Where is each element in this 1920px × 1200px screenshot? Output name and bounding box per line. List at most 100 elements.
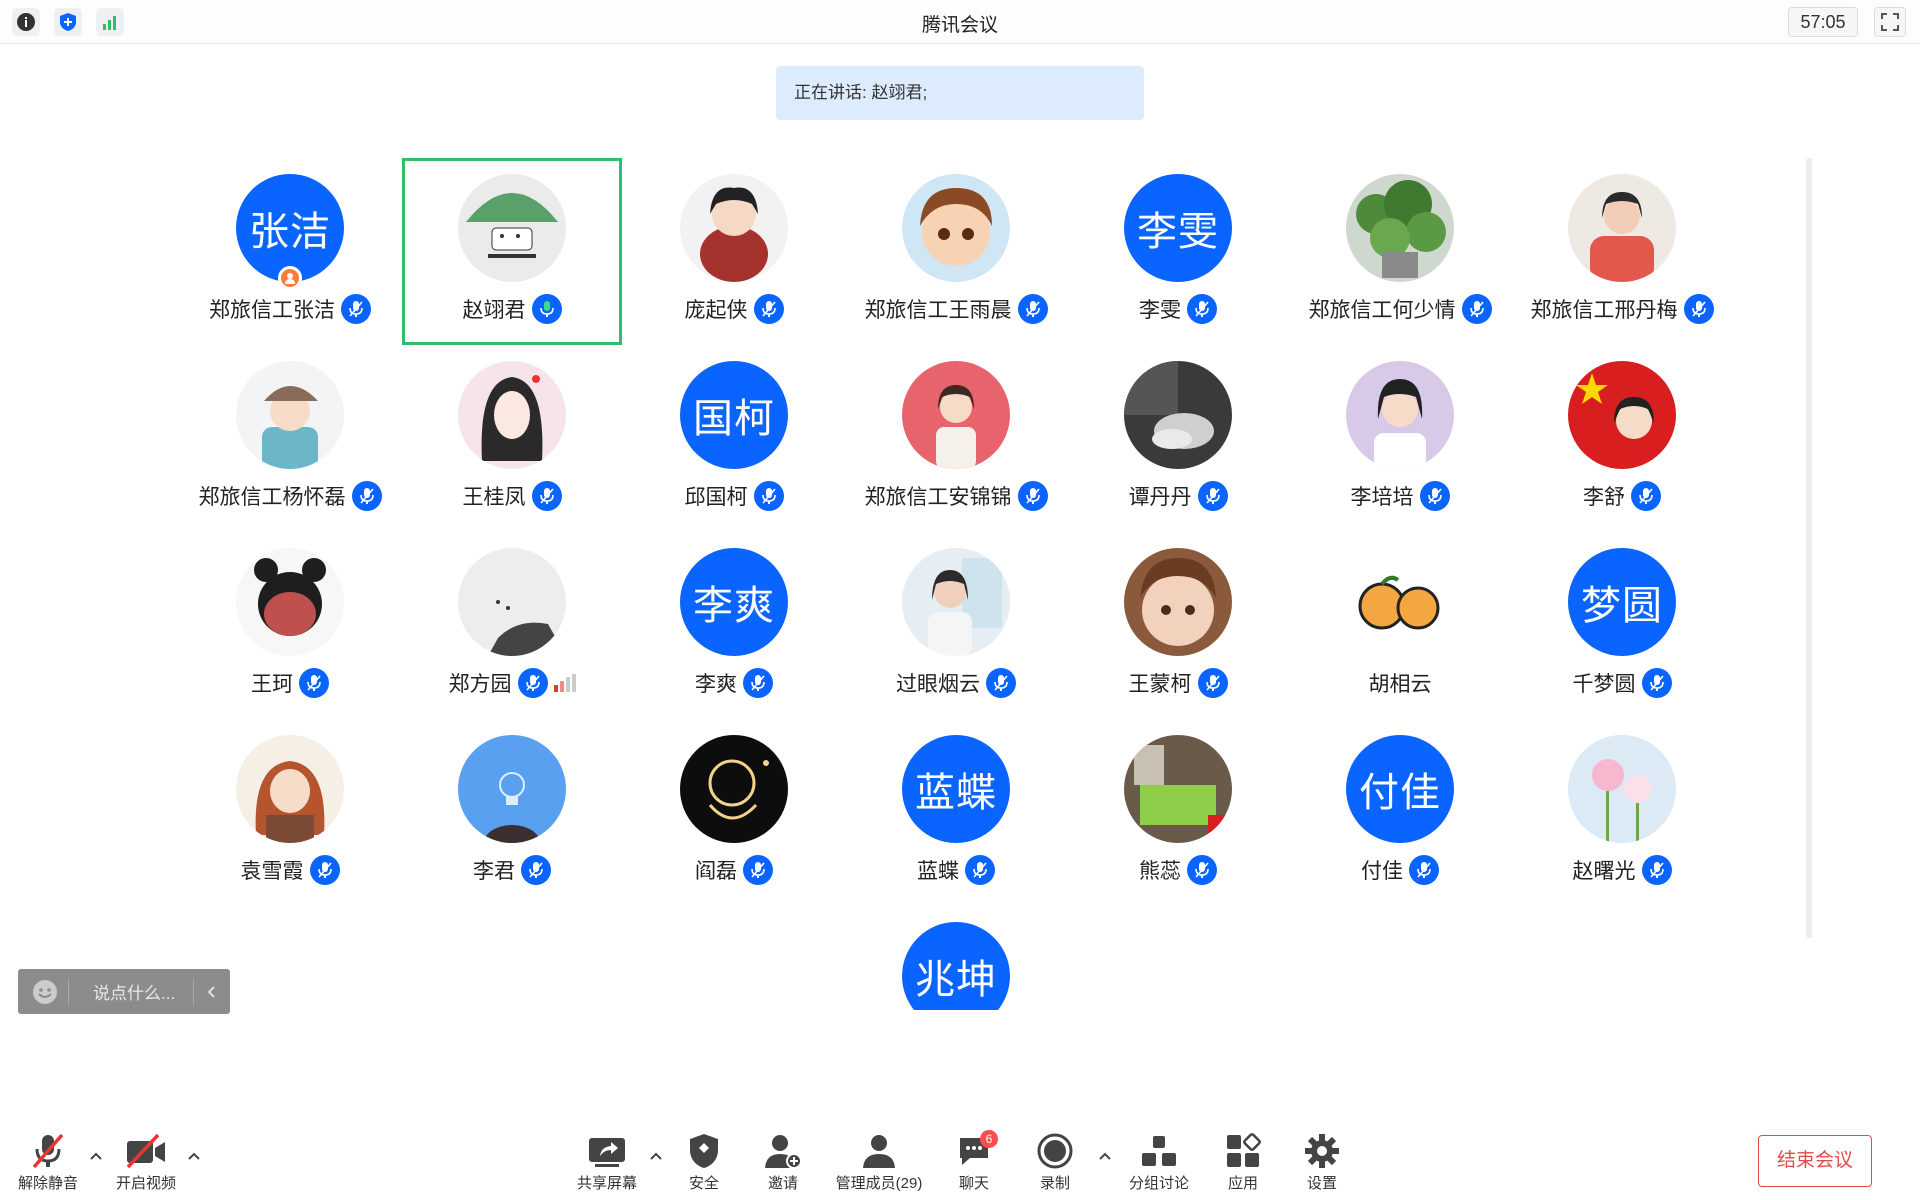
participant-name-row: 熊蕊: [1068, 852, 1288, 888]
participant-tile[interactable]: 王蒙柯: [1068, 532, 1288, 719]
avatar-initials: 国柯: [693, 397, 775, 441]
manage-members-button[interactable]: 管理成员(29): [829, 1130, 929, 1200]
participant-tile[interactable]: 过眼烟云: [846, 532, 1066, 719]
record-button[interactable]: 录制: [1015, 1130, 1095, 1200]
participant-tile[interactable]: 熊蕊: [1068, 719, 1288, 906]
participant-name-row: 李雯: [1068, 291, 1288, 327]
participant-tile[interactable]: 梦圆 千梦圆: [1512, 532, 1732, 719]
participant-grid: 张洁 郑旅信工张洁 赵翊君 庞起侠 郑旅信工王雨晨 李雯 李雯 郑旅信工何少情 郑旅信工邢丹梅郑…: [180, 150, 1740, 1030]
scrollbar[interactable]: [1806, 158, 1812, 938]
speaking-banner: 正在讲话: 赵翊君;: [776, 66, 1144, 120]
participant-name: 邱国柯: [684, 486, 748, 509]
mic-muted-icon: [753, 481, 784, 511]
participant-tile[interactable]: 赵曙光: [1512, 719, 1732, 906]
host-badge-icon: [278, 266, 302, 290]
avatar-initials: 李爽: [693, 584, 775, 628]
end-meeting-button[interactable]: 结束会议: [1758, 1135, 1872, 1187]
avatar: 蓝蝶: [902, 735, 1010, 843]
participant-name-row: 赵曙光: [1512, 852, 1732, 888]
invite-button[interactable]: 邀请: [743, 1130, 823, 1200]
fullscreen-icon: [1881, 13, 1899, 31]
participant-name: 郑旅信工邢丹梅: [1530, 299, 1678, 322]
participant-tile[interactable]: 李雯 李雯: [1068, 158, 1288, 345]
invite-user-icon: [765, 1135, 802, 1169]
network-signal-icon: [553, 674, 576, 692]
participant-tile[interactable]: 胡相云: [1290, 532, 1510, 719]
mic-muted-icon: [1017, 294, 1048, 324]
settings-button[interactable]: 设置: [1282, 1130, 1362, 1200]
collapse-icon[interactable]: [206, 985, 218, 999]
avatar: [1346, 361, 1454, 469]
participant-tile[interactable]: 郑旅信工邢丹梅: [1512, 158, 1732, 345]
share-options-caret[interactable]: [648, 1148, 664, 1164]
participant-tile[interactable]: 郑旅信工何少情: [1290, 158, 1510, 345]
mic-muted-icon: [32, 1133, 64, 1169]
title-bar: 腾讯会议 57:05: [0, 0, 1920, 44]
share-screen-button[interactable]: 共享屏幕: [567, 1130, 647, 1200]
participant-name-row: 阎磊: [624, 852, 844, 888]
participant-name-row: 蓝蝶: [846, 852, 1066, 888]
participant-tile[interactable]: 王珂: [180, 532, 400, 719]
participant-tile[interactable]: 兆坤: [846, 906, 1066, 1010]
video-options-caret[interactable]: [186, 1148, 202, 1164]
record-options-caret[interactable]: [1097, 1148, 1113, 1164]
participant-name-row: 千梦圆: [1512, 665, 1732, 701]
avatar-initials: 付佳: [1359, 771, 1441, 815]
participant-name: 赵曙光: [1572, 860, 1636, 883]
participant-name: 郑旅信工安锦锦: [864, 486, 1012, 509]
participant-tile[interactable]: 郑旅信工安锦锦: [846, 345, 1066, 532]
apps-button[interactable]: 应用: [1203, 1130, 1283, 1200]
participant-tile[interactable]: 郑方园: [402, 532, 622, 719]
breakout-rooms-button[interactable]: 分组讨论: [1119, 1130, 1199, 1200]
participant-tile[interactable]: 蓝蝶 蓝蝶: [846, 719, 1066, 906]
participant-name-row: 李爽: [624, 665, 844, 701]
breakout-icon: [1142, 1136, 1176, 1166]
fullscreen-button[interactable]: [1874, 7, 1906, 37]
avatar: 兆坤: [902, 922, 1010, 1010]
participant-tile[interactable]: 郑旅信工王雨晨: [846, 158, 1066, 345]
participant-tile[interactable]: 李舒: [1512, 345, 1732, 532]
mic-muted-icon: [341, 294, 371, 324]
apps-grid-icon: [1227, 1133, 1261, 1167]
audio-options-caret[interactable]: [88, 1148, 104, 1164]
chat-button[interactable]: 6 聊天: [934, 1130, 1014, 1200]
participant-tile[interactable]: 袁雪霞: [180, 719, 400, 906]
avatar-initials: 李雯: [1137, 210, 1219, 254]
start-video-button[interactable]: 开启视频: [106, 1130, 186, 1200]
mic-muted-icon: [1641, 855, 1672, 885]
unmute-button[interactable]: 解除静音: [8, 1130, 88, 1200]
participant-tile[interactable]: 谭丹丹: [1068, 345, 1288, 532]
avatar: [1568, 174, 1676, 282]
participant-tile[interactable]: 阎磊: [624, 719, 844, 906]
participant-tile[interactable]: 李爽 李爽: [624, 532, 844, 719]
emoji-icon[interactable]: [32, 979, 58, 1005]
participant-tile[interactable]: 张洁 郑旅信工张洁: [180, 158, 400, 345]
avatar: [458, 361, 566, 469]
participant-tile[interactable]: 李培培: [1290, 345, 1510, 532]
participant-tile[interactable]: 赵翊君: [402, 158, 622, 345]
mic-muted-icon: [531, 481, 562, 511]
avatar: [458, 735, 566, 843]
avatar: [1568, 735, 1676, 843]
avatar: [236, 361, 344, 469]
participant-tile[interactable]: 付佳 付佳: [1290, 719, 1510, 906]
avatar-initials: 张洁: [249, 210, 331, 254]
avatar: [1568, 361, 1676, 469]
participant-tile[interactable]: 庞起侠: [624, 158, 844, 345]
participant-tile[interactable]: 郑旅信工杨怀磊: [180, 345, 400, 532]
participant-name-row: 王蒙柯: [1068, 665, 1288, 701]
security-button[interactable]: 安全: [664, 1130, 744, 1200]
participant-name-row: 郑旅信工王雨晨: [846, 291, 1066, 327]
participant-tile[interactable]: 李君: [402, 719, 622, 906]
participant-name-row: 王桂凤: [402, 478, 622, 514]
participant-tile[interactable]: 王桂凤: [402, 345, 622, 532]
participant-name: 谭丹丹: [1128, 486, 1192, 509]
mic-muted-icon: [743, 668, 773, 698]
participant-name-row: 郑旅信工何少情: [1290, 291, 1510, 327]
mic-muted-icon: [1017, 481, 1048, 511]
participant-tile[interactable]: 国柯邱国柯: [624, 345, 844, 532]
participant-name: 郑方园: [448, 673, 512, 696]
chat-input[interactable]: 说点什么...: [18, 969, 230, 1014]
avatar: 李雯: [1124, 174, 1232, 282]
participant-name: 李君: [473, 860, 515, 883]
